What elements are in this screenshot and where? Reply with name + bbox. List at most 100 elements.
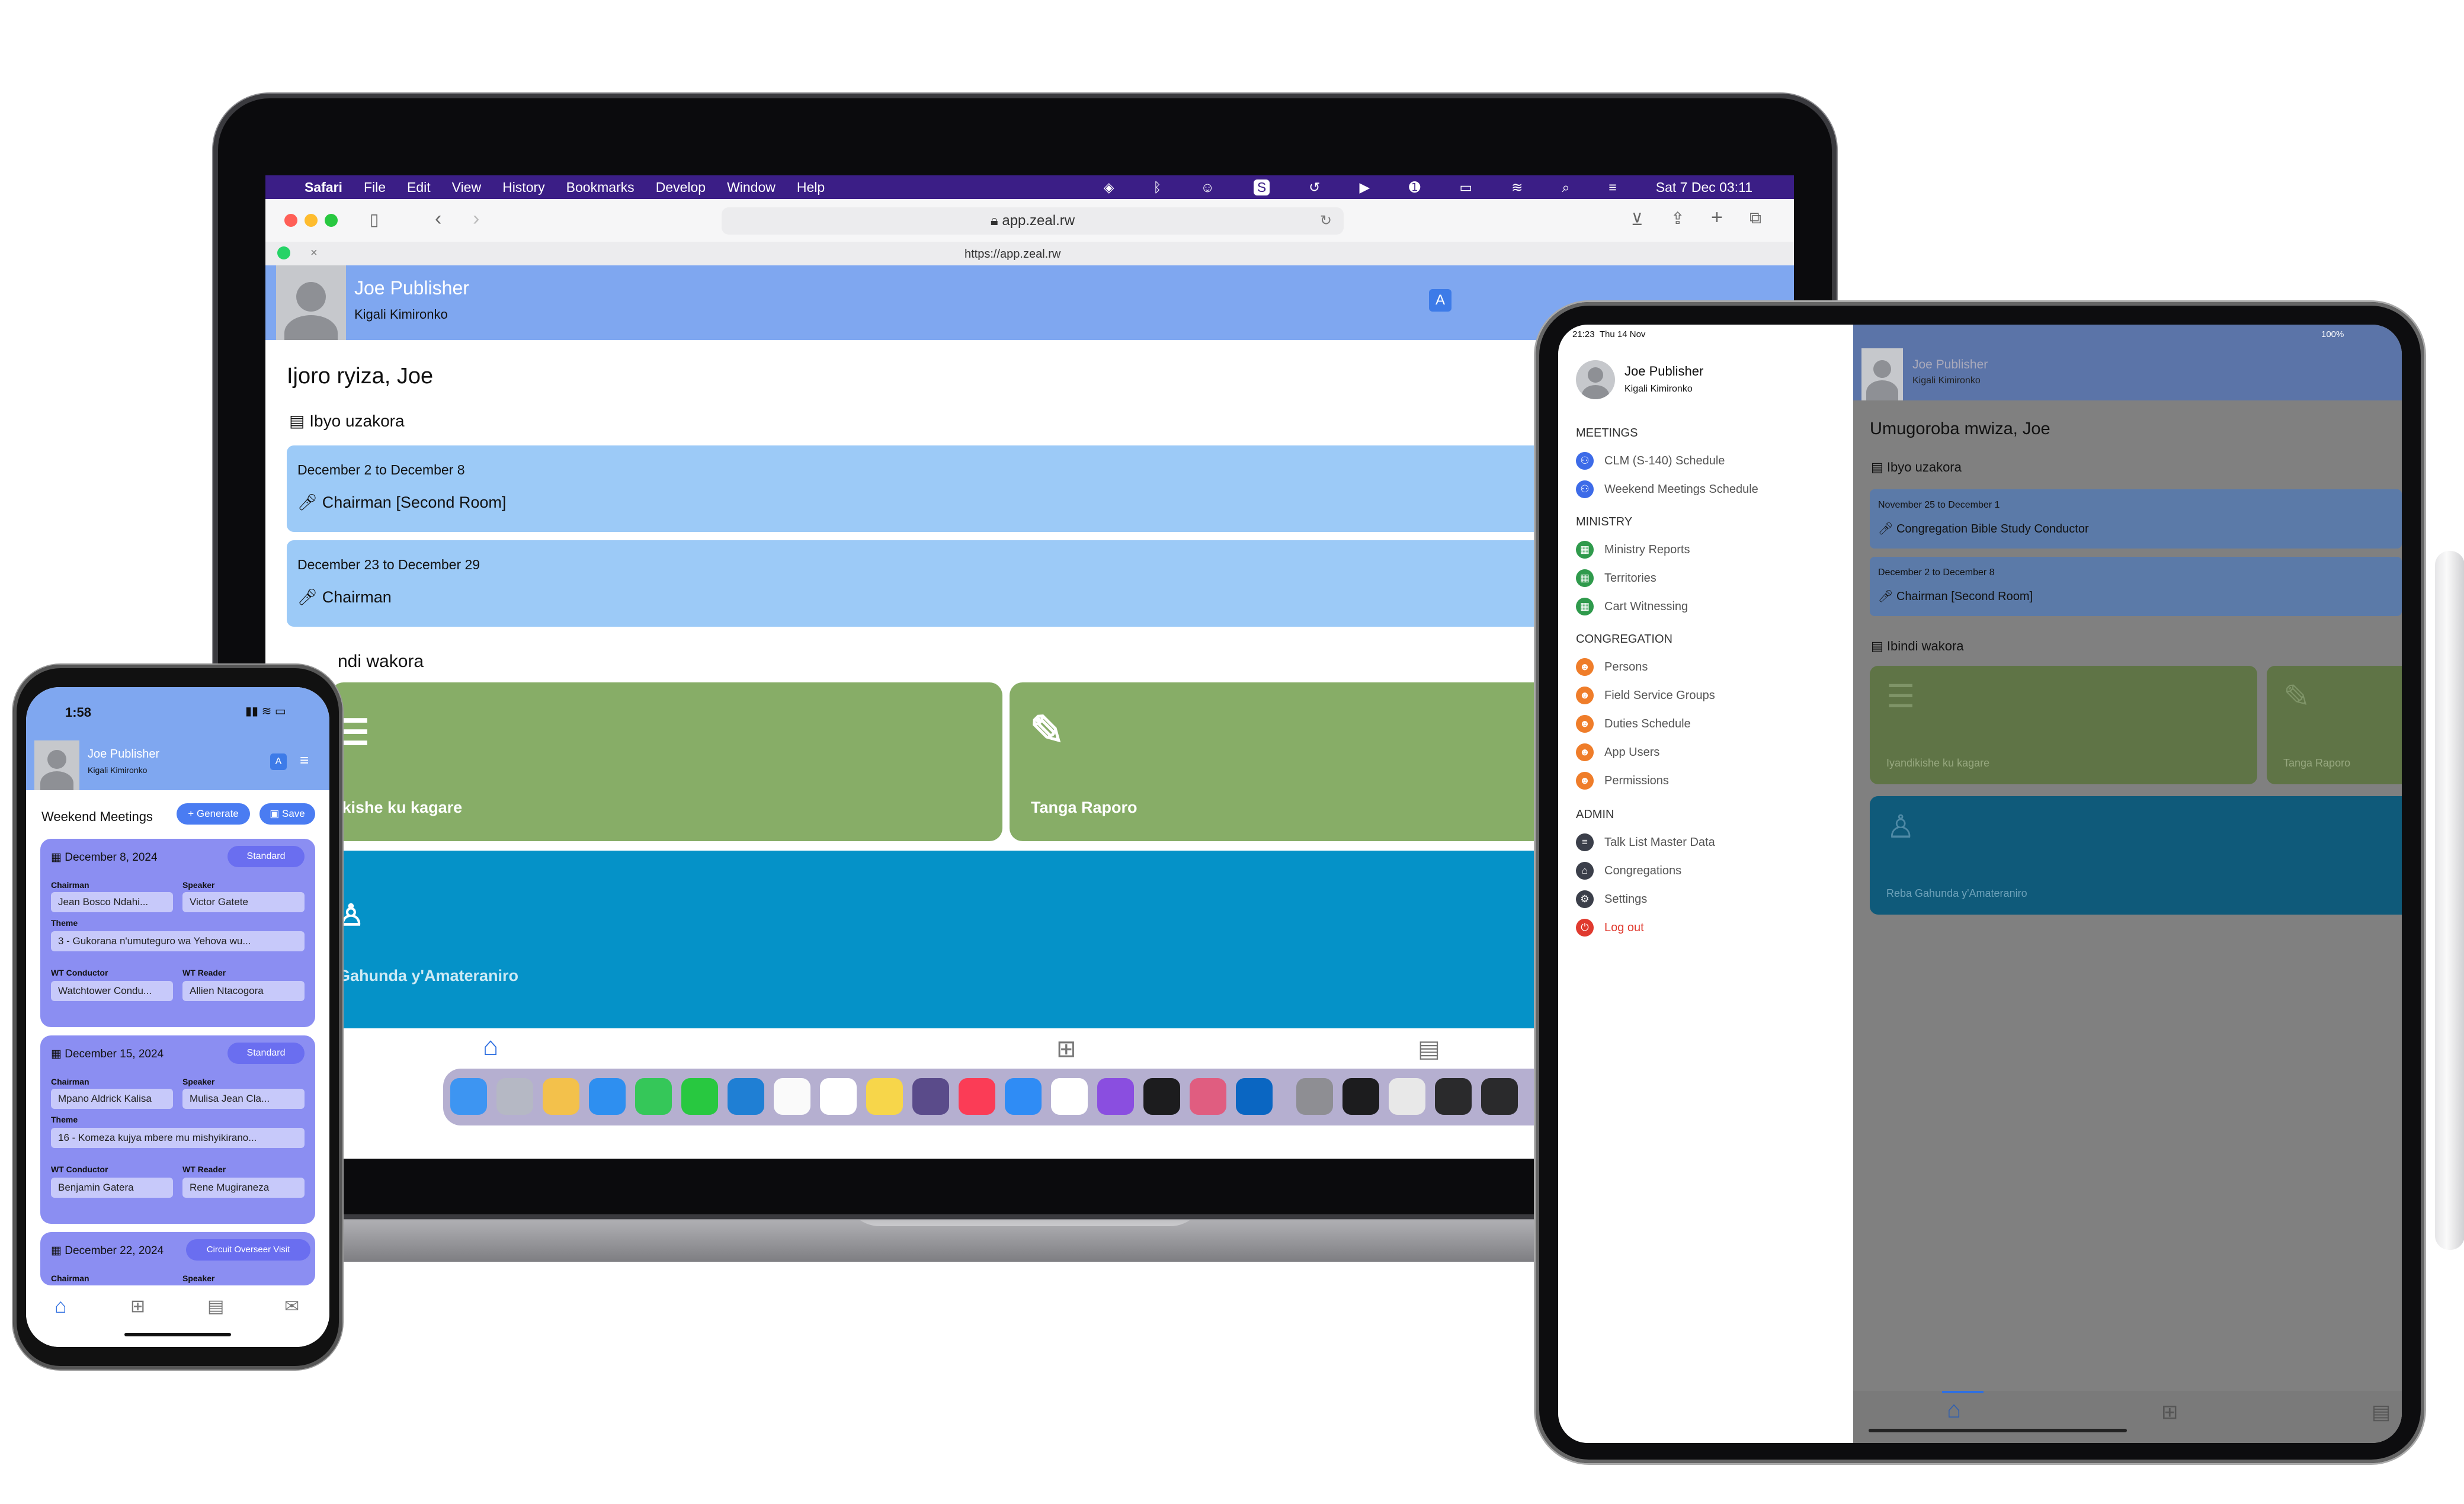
assignment-card[interactable]: December 23 to December 29 🎤︎ Chairman xyxy=(287,540,1590,627)
assignment-card[interactable]: November 25 to December 1 🎤︎ Congregatio… xyxy=(1870,489,2402,549)
generate-button[interactable]: + Generate xyxy=(177,803,250,825)
download-icon[interactable]: ⊻ xyxy=(1631,210,1643,229)
theme-field[interactable]: 3 - Gukorana n'umuteguro wa Yehova wu... xyxy=(51,931,305,951)
avatar[interactable] xyxy=(276,265,346,340)
avatar[interactable] xyxy=(1861,348,1903,400)
search-icon[interactable]: ⌕ xyxy=(1562,179,1569,195)
menu-bookmarks[interactable]: Bookmarks xyxy=(566,179,635,195)
home-icon[interactable]: ⌂ xyxy=(55,1295,67,1318)
translate-icon[interactable]: A xyxy=(270,753,287,770)
tab-overview-icon[interactable]: ⧉ xyxy=(1750,209,1761,228)
message-icon[interactable]: ▤ xyxy=(1418,1035,1440,1063)
translate-icon[interactable]: A xyxy=(1429,289,1452,312)
grid-icon[interactable]: ⊞ xyxy=(2161,1400,2178,1424)
feedback-icon[interactable] xyxy=(1097,1078,1134,1115)
password-icon[interactable]: ➊ xyxy=(1409,179,1420,195)
assignment-card[interactable]: December 2 to December 8 🎤︎ Chairman [Se… xyxy=(287,445,1590,532)
drawer-item-talk-list[interactable]: ≡ Talk List Master Data xyxy=(1576,832,1715,853)
bluetooth-icon[interactable]: ᛒ xyxy=(1154,179,1162,195)
battery-icon[interactable]: ▭ xyxy=(1459,179,1472,195)
drawer-avatar[interactable] xyxy=(1576,360,1615,399)
menu-develop[interactable]: Develop xyxy=(656,179,706,195)
whatsapp-tab-icon[interactable] xyxy=(277,246,290,259)
safari-icon[interactable] xyxy=(589,1078,626,1115)
photos-icon[interactable] xyxy=(543,1078,579,1115)
grid-icon[interactable]: ⊞ xyxy=(1056,1035,1076,1063)
wt-conductor-field[interactable]: Watchtower Condu... xyxy=(51,981,173,1001)
save-button[interactable]: ▣ Save xyxy=(259,803,315,825)
drawer-item-clm-schedule[interactable]: ⚇ CLM (S-140) Schedule xyxy=(1576,450,1725,472)
close-window-button[interactable] xyxy=(284,214,297,227)
notes-icon[interactable] xyxy=(866,1078,903,1115)
menu-file[interactable]: File xyxy=(364,179,386,195)
drawer-item-weekend-meetings[interactable]: ⚇ Weekend Meetings Schedule xyxy=(1576,479,1758,500)
play-icon[interactable]: ▶ xyxy=(1359,179,1370,195)
assignment-card[interactable]: December 2 to December 8 🎤︎ Chairman [Se… xyxy=(1870,557,2402,616)
launchpad-icon[interactable] xyxy=(496,1078,533,1115)
meeting-type-badge[interactable]: Circuit Overseer Visit xyxy=(186,1239,310,1261)
facetime-icon[interactable] xyxy=(681,1078,718,1115)
menu-edit[interactable]: Edit xyxy=(407,179,431,195)
menu-safari[interactable]: Safari xyxy=(305,179,342,195)
wifi-icon[interactable]: ≋ xyxy=(1511,179,1523,195)
drawer-item-persons[interactable]: ☻ Persons xyxy=(1576,656,1648,678)
tile-cart-witnessing[interactable]: ☰ ikishe ku kagare xyxy=(331,682,1002,841)
active-tab-url[interactable]: https://app.zeal.rw xyxy=(965,248,1060,261)
menu-icon[interactable]: ≡ xyxy=(300,751,309,769)
drawer-item-settings[interactable]: ⚙ Settings xyxy=(1576,889,1647,910)
tasks-icon[interactable] xyxy=(1051,1078,1088,1115)
minimize-window-button[interactable] xyxy=(305,214,318,227)
message-icon[interactable]: ▤ xyxy=(207,1296,224,1317)
menu-view[interactable]: View xyxy=(452,179,481,195)
drawer-item-congregations[interactable]: ⌂ Congregations xyxy=(1576,860,1681,881)
datetime[interactable]: Sat 7 Dec 03:11 xyxy=(1656,179,1752,195)
tile-cart-witnessing[interactable]: ☰ Iyandikishe ku kagare xyxy=(1870,666,2257,784)
reload-icon[interactable]: ↻ xyxy=(1320,207,1332,235)
control-center-icon[interactable]: ≡ xyxy=(1609,179,1616,195)
system-settings-icon[interactable] xyxy=(1296,1078,1333,1115)
speaker-field[interactable]: Victor Gatete xyxy=(182,892,305,912)
window-icon[interactable] xyxy=(1435,1078,1472,1115)
jw-library-icon[interactable] xyxy=(912,1078,949,1115)
drawer-item-field-service-groups[interactable]: ☻ Field Service Groups xyxy=(1576,685,1715,706)
drawer-item-ministry-reports[interactable]: ▦ Ministry Reports xyxy=(1576,539,1690,560)
app-store-icon[interactable] xyxy=(1005,1078,1042,1115)
share-icon[interactable]: ⇪ xyxy=(1671,209,1684,228)
outlook-icon[interactable] xyxy=(1236,1078,1273,1115)
drawer-item-logout[interactable]: ⏻ Log out xyxy=(1576,917,1644,938)
vscode-icon[interactable] xyxy=(728,1078,764,1115)
chrome-icon[interactable] xyxy=(1389,1078,1425,1115)
grid-icon[interactable]: ⊞ xyxy=(130,1296,145,1317)
chairman-field[interactable]: Mpano Aldrick Kalisa xyxy=(51,1089,173,1109)
finder-icon[interactable] xyxy=(450,1078,487,1115)
tile-submit-report[interactable]: ✎ Tanga Raporo xyxy=(2267,666,2402,784)
drawer-item-cart-witnessing[interactable]: ▦ Cart Witnessing xyxy=(1576,596,1688,617)
speaker-field[interactable]: Mulisa Jean Cla... xyxy=(182,1089,305,1109)
user-icon[interactable]: ☺ xyxy=(1200,179,1214,195)
theme-field[interactable]: 16 - Komeza kujya mbere mu mishyikirano.… xyxy=(51,1128,305,1148)
meeting-card[interactable]: ▦ December 22, 2024 Circuit Overseer Vis… xyxy=(40,1232,315,1285)
drawer-item-permissions[interactable]: ☻ Permissions xyxy=(1576,770,1669,791)
sidebar-icon[interactable]: ▯ xyxy=(370,210,379,229)
messages-icon[interactable] xyxy=(635,1078,672,1115)
drawer-item-duties-schedule[interactable]: ☻ Duties Schedule xyxy=(1576,713,1691,735)
new-tab-icon[interactable]: + xyxy=(1711,206,1723,229)
skype-icon[interactable]: S xyxy=(1253,179,1270,195)
home-icon[interactable]: ⌂ xyxy=(1947,1397,1961,1423)
chairman-field[interactable]: Jean Bosco Ndahi... xyxy=(51,892,173,912)
drawer-item-app-users[interactable]: ☻ App Users xyxy=(1576,742,1659,763)
back-icon[interactable]: ‹ xyxy=(435,207,441,230)
forward-icon[interactable]: › xyxy=(473,207,479,230)
meeting-card[interactable]: ▦ December 8, 2024 Standard Chairman Spe… xyxy=(40,839,315,1027)
meeting-type-badge[interactable]: Standard xyxy=(228,1043,305,1064)
home-icon[interactable]: ⌂ xyxy=(443,1032,538,1062)
activity-monitor-icon[interactable] xyxy=(1143,1078,1180,1115)
url-bar[interactable]: 🔒︎ app.zeal.rw ↻ xyxy=(722,207,1344,235)
time-machine-icon[interactable]: ↺ xyxy=(1309,179,1320,195)
tile-meeting-schedule[interactable]: ♙ Reba Gahunda y'Amateraniro xyxy=(1870,796,2402,915)
simulator-icon[interactable] xyxy=(1190,1078,1226,1115)
meeting-card[interactable]: ▦ December 15, 2024 Standard Chairman Sp… xyxy=(40,1035,315,1224)
meeting-type-badge[interactable]: Standard xyxy=(228,846,305,867)
close-tab-icon[interactable]: × xyxy=(310,246,318,260)
menu-help[interactable]: Help xyxy=(797,179,825,195)
